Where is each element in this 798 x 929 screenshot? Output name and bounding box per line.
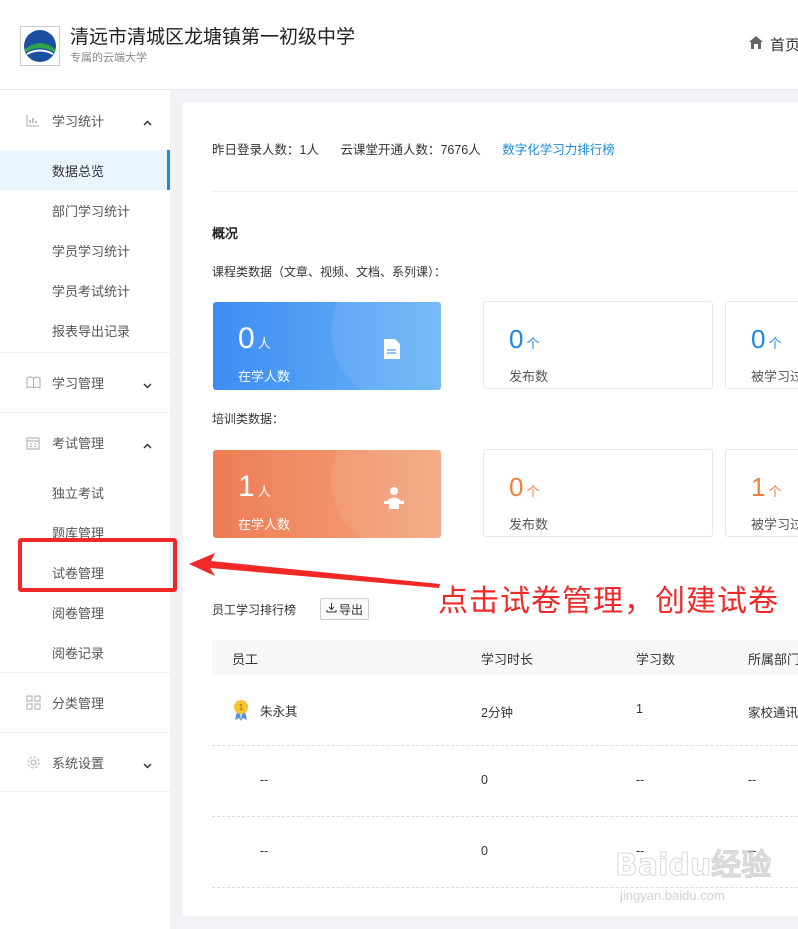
gear-icon <box>25 754 41 770</box>
school-subtitle: 专属的云端大学 <box>70 52 147 64</box>
chevron-down-icon <box>143 377 152 392</box>
course-learners-label: 在学人数 <box>238 369 291 384</box>
calendar-icon <box>25 435 41 451</box>
training-section-label: 培训类数据： <box>212 412 285 426</box>
table-row: 1 朱永其 2分钟 1 家校通讯 <box>212 675 798 746</box>
home-link[interactable]: 首页 <box>748 34 798 55</box>
sidebar-group-label: 学习管理 <box>52 376 105 391</box>
table-row: -- 0 -- -- <box>212 746 798 817</box>
school-name: 清远市清城区龙塘镇第一初级中学 <box>70 27 356 48</box>
sidebar-group-label: 学习统计 <box>52 113 105 129</box>
chart-icon <box>25 112 41 128</box>
employee-ranking-title: 员工学习排行榜 <box>212 603 297 617</box>
sidebar-item-dept-stats[interactable]: 部门学习统计 <box>0 190 170 230</box>
main-content: 昨日登录人数：1人 云课堂开通人数：7676人 数字化学习力排行榜 概况 课程类… <box>183 102 798 916</box>
sidebar-group-category-mgmt[interactable]: 分类管理 <box>0 672 170 732</box>
department: 家校通讯 <box>748 706 798 720</box>
sidebar-item-grading-records[interactable]: 阅卷记录 <box>0 632 170 672</box>
book-icon <box>25 375 41 391</box>
training-learners-value: 1人 <box>238 470 271 503</box>
export-button[interactable]: 导出 <box>320 598 370 620</box>
course-studied-card: 0个 被学习过 <box>725 301 798 389</box>
chevron-up-icon <box>143 437 152 452</box>
stats-summary: 昨日登录人数：1人 云课堂开通人数：7676人 数字化学习力排行榜 <box>212 139 633 158</box>
home-icon <box>748 35 764 54</box>
course-studied-value: 0个 <box>751 324 782 354</box>
training-studied-label: 被学习过 <box>751 517 798 532</box>
course-published-value: 0个 <box>509 324 540 354</box>
employee-name: -- <box>260 844 269 858</box>
course-published-card: 0个 发布数 <box>483 301 713 389</box>
department: -- <box>748 773 757 787</box>
download-icon <box>326 602 337 616</box>
cloud-classroom-stat: 云课堂开通人数：7676人 <box>340 143 481 157</box>
sidebar-group-learning-mgmt[interactable]: 学习管理 <box>0 352 170 412</box>
sidebar-group-label: 考试管理 <box>52 436 105 451</box>
column-header-duration[interactable]: 学习时长 <box>481 649 533 668</box>
sidebar-item-grading-mgmt[interactable]: 阅卷管理 <box>0 592 170 632</box>
sidebar-item-learner-stats[interactable]: 学员学习统计 <box>0 230 170 270</box>
study-duration: 0 <box>481 844 488 858</box>
baidu-watermark: Baidu经验 jingyan.baidu.com <box>614 840 775 910</box>
course-section-label: 课程类数据（文章、视频、文档、系列课）： <box>212 265 447 279</box>
ranking-table-header: 员工 学习时长 学习数 所属部门 <box>212 640 798 675</box>
column-header-employee[interactable]: 员工 <box>232 649 258 668</box>
export-label: 导出 <box>339 602 364 617</box>
training-published-value: 0个 <box>509 472 540 502</box>
study-count: 1 <box>636 702 643 716</box>
sidebar-group-learning-stats[interactable]: 学习统计 <box>0 90 170 150</box>
course-studied-label: 被学习过 <box>751 369 798 384</box>
sidebar-item-exam-stats[interactable]: 学员考试统计 <box>0 270 170 310</box>
red-arrow-icon <box>189 553 440 588</box>
training-studied-card: 1个 被学习过 <box>725 449 798 537</box>
yesterday-login-stat: 昨日登录人数：1人 <box>212 143 319 157</box>
course-published-label: 发布数 <box>509 369 549 384</box>
training-published-label: 发布数 <box>509 517 549 532</box>
home-label: 首页 <box>770 37 798 54</box>
study-duration: 2分钟 <box>481 706 513 720</box>
svg-text:1: 1 <box>238 703 243 712</box>
employee-name: 朱永其 <box>260 705 298 719</box>
lecturer-icon <box>383 486 405 510</box>
sidebar: 学习统计 数据总览 部门学习统计 学员学习统计 学员考试统计 报表导出记录 学习… <box>0 90 170 929</box>
employee-name: -- <box>260 773 269 787</box>
sidebar-item-data-overview[interactable]: 数据总览 <box>0 150 170 190</box>
course-learners-card: 0人 在学人数 <box>213 302 441 390</box>
chevron-down-icon <box>143 757 152 772</box>
overview-title: 概况 <box>212 226 239 241</box>
study-count: -- <box>636 773 645 787</box>
sidebar-item-export-records[interactable]: 报表导出记录 <box>0 310 170 350</box>
training-studied-value: 1个 <box>751 472 782 502</box>
highlight-box <box>18 538 177 592</box>
sidebar-group-system-settings[interactable]: 系统设置 <box>0 732 170 792</box>
sidebar-item-standalone-exam[interactable]: 独立考试 <box>0 472 170 512</box>
study-duration: 0 <box>481 773 488 787</box>
gold-medal-icon: 1 <box>232 699 250 721</box>
school-logo <box>20 26 60 66</box>
document-icon <box>383 338 405 362</box>
training-learners-label: 在学人数 <box>238 517 291 532</box>
column-header-count[interactable]: 学习数 <box>636 649 675 668</box>
watermark-url: jingyan.baidu.com <box>620 888 725 903</box>
annotation-text: 点击试卷管理，创建试卷 <box>438 585 779 618</box>
training-published-card: 0个 发布数 <box>483 449 713 537</box>
divider <box>212 191 798 192</box>
digital-learning-ranking-link[interactable]: 数字化学习力排行榜 <box>502 143 615 157</box>
course-learners-value: 0人 <box>238 322 271 355</box>
grid-icon <box>25 695 41 711</box>
sidebar-group-label: 分类管理 <box>52 696 105 711</box>
sidebar-group-label: 系统设置 <box>52 755 105 771</box>
column-header-department[interactable]: 所属部门 <box>748 649 798 668</box>
top-header: 清远市清城区龙塘镇第一初级中学 专属的云端大学 首页 <box>0 0 798 90</box>
sidebar-group-exam-mgmt[interactable]: 考试管理 <box>0 412 170 472</box>
watermark-logo-text: Baidu经验 <box>614 848 772 884</box>
training-learners-card: 1人 在学人数 <box>213 450 441 538</box>
chevron-up-icon <box>143 114 152 129</box>
